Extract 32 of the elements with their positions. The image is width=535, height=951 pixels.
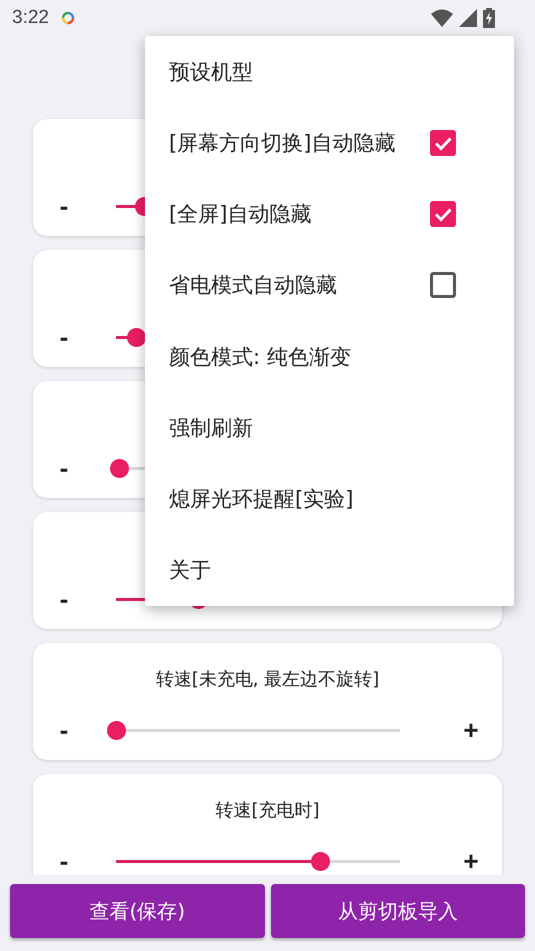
menu-item[interactable]: 预设机型 — [145, 36, 514, 108]
decrease-button[interactable]: - — [53, 846, 75, 875]
decrease-button[interactable]: - — [53, 453, 75, 484]
decrease-button[interactable]: - — [53, 191, 75, 222]
menu-item[interactable]: [屏幕方向切换]自动隐藏 — [145, 107, 514, 178]
checkbox[interactable] — [430, 272, 456, 298]
slider-thumb[interactable] — [110, 459, 129, 478]
action-button[interactable]: 查看(保存) — [10, 884, 264, 938]
ring-icon — [60, 11, 75, 25]
decrease-button[interactable]: - — [53, 715, 75, 746]
increase-button[interactable]: + — [460, 846, 482, 875]
slider-thumb[interactable] — [310, 852, 330, 871]
wifi-icon — [431, 9, 453, 27]
slider-thumb[interactable] — [107, 721, 126, 740]
checkbox[interactable] — [430, 201, 456, 228]
status-time: 3:22 — [12, 7, 49, 29]
card-title: 转速[充电时] — [215, 799, 320, 822]
decrease-button[interactable]: - — [53, 584, 75, 615]
menu-item[interactable]: 关于 — [145, 534, 514, 606]
menu-item[interactable]: [全屏]自动隐藏 — [145, 178, 514, 250]
action-button[interactable]: 从剪切板导入 — [270, 884, 525, 938]
checkbox[interactable] — [430, 130, 456, 156]
menu-item[interactable]: 熄屏光环提醒[实验] — [145, 464, 514, 535]
card-title: 转速[未充电, 最左边不旋转] — [156, 668, 380, 691]
battery-icon — [483, 8, 495, 28]
decrease-button[interactable]: - — [53, 322, 75, 353]
slider-thumb[interactable] — [126, 328, 146, 347]
menu-item[interactable]: 颜色模式: 纯色渐变 — [145, 321, 514, 392]
increase-button[interactable]: + — [460, 715, 482, 746]
signal-icon — [459, 9, 477, 27]
menu-item[interactable]: 省电模式自动隐藏 — [145, 250, 514, 321]
menu-item[interactable]: 强制刷新 — [145, 392, 514, 464]
